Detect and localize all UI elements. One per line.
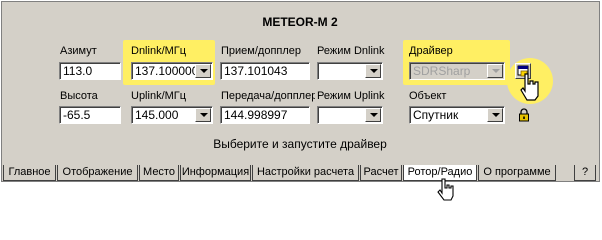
hand-cursor-icon: [437, 178, 454, 201]
receive-doppler-field[interactable]: 137.101043: [220, 62, 310, 80]
tab-calculation[interactable]: Расчет: [360, 165, 402, 181]
mode-uplink-select[interactable]: [317, 106, 383, 124]
downlink-select[interactable]: 137.100000: [131, 62, 213, 80]
object-label: Объект: [409, 90, 447, 102]
transmit-doppler-field[interactable]: 144.998997: [220, 106, 310, 124]
lock-icon[interactable]: [518, 108, 530, 122]
uplink-select[interactable]: 145.000: [131, 106, 213, 124]
main-panel: METEOR-M 2 Азимут Dnlink/МГц Прием/доппл…: [1, 1, 600, 182]
chevron-down-icon[interactable]: [487, 64, 503, 78]
tab-location[interactable]: Место: [139, 165, 179, 181]
downlink-value: 137.100000: [135, 64, 199, 78]
uplink-label: Uplink/МГц: [131, 90, 187, 102]
driver-select[interactable]: SDRSharp: [409, 62, 505, 80]
driver-label: Драйвер: [409, 45, 453, 57]
elevation-field[interactable]: -65.5: [59, 106, 121, 124]
chevron-down-icon[interactable]: [365, 64, 381, 78]
chevron-down-icon[interactable]: [195, 64, 211, 78]
tab-about[interactable]: О программе: [478, 165, 556, 181]
tab-help[interactable]: ?: [574, 165, 596, 181]
mode-uplink-label: Режим Uplink: [317, 90, 385, 102]
tab-display[interactable]: Отображение: [57, 165, 138, 181]
uplink-value: 145.000: [135, 108, 179, 122]
azimuth-label: Азимут: [60, 45, 97, 57]
chevron-down-icon[interactable]: [365, 108, 381, 122]
status-text: Выберите и запустите драйвер: [213, 137, 387, 151]
hand-cursor-icon: [520, 73, 539, 101]
tab-main[interactable]: Главное: [3, 165, 56, 181]
elevation-label: Высота: [60, 90, 98, 102]
transmit-doppler-label: Передача/допплер: [221, 90, 315, 102]
mode-dnlink-select[interactable]: [317, 62, 383, 80]
driver-value: SDRSharp: [413, 64, 471, 78]
receive-doppler-label: Прием/допплер: [221, 45, 302, 57]
tab-information[interactable]: Информация: [180, 165, 251, 181]
tab-calc-settings[interactable]: Настройки расчета: [252, 165, 359, 181]
chevron-down-icon[interactable]: [487, 108, 503, 122]
satellite-title: METEOR-M 2: [262, 15, 338, 29]
downlink-label: Dnlink/МГц: [131, 45, 187, 57]
object-value: Спутник: [413, 108, 459, 122]
mode-dnlink-label: Режим Dnlink: [317, 45, 385, 57]
chevron-down-icon[interactable]: [195, 108, 211, 122]
azimuth-field[interactable]: 113.0: [59, 62, 121, 80]
object-select[interactable]: Спутник: [409, 106, 505, 124]
